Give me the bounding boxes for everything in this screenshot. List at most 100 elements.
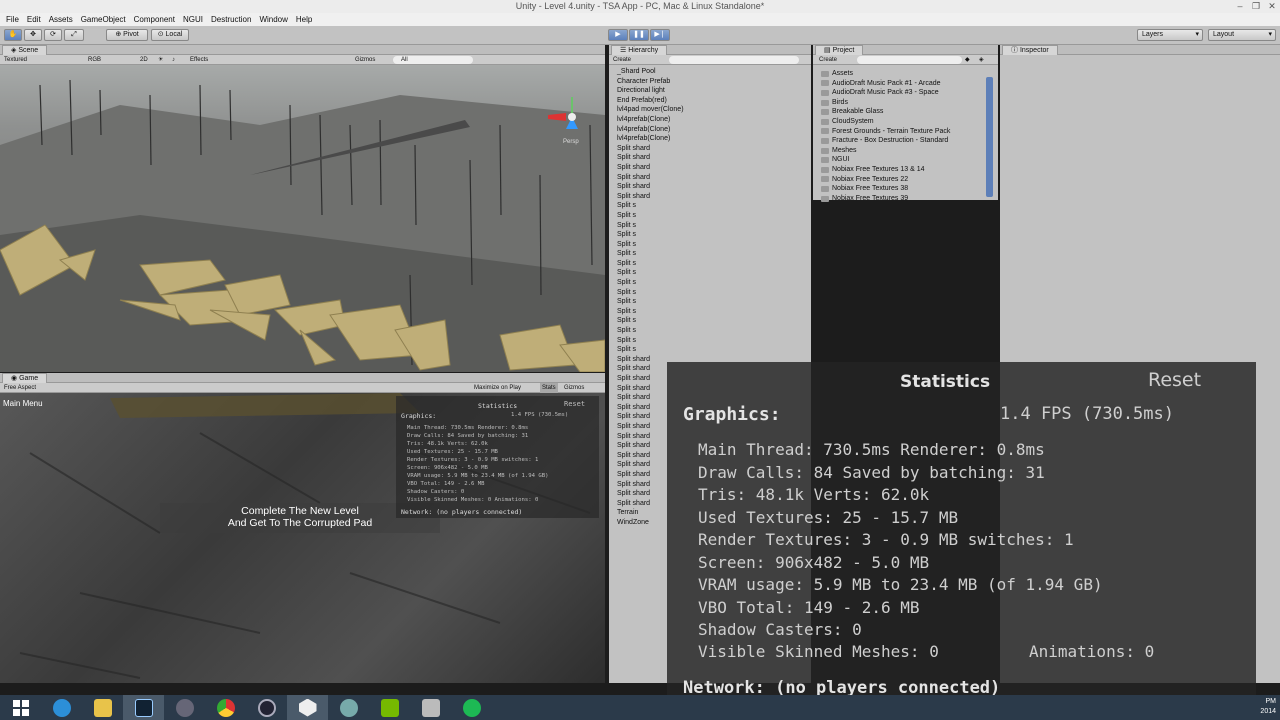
menu-item[interactable]: Help <box>292 13 316 26</box>
main-menu-button[interactable]: Main Menu <box>3 399 43 408</box>
aspect-dropdown[interactable]: Free Aspect <box>4 383 36 393</box>
taskbar-spotify-icon[interactable] <box>451 695 492 720</box>
hierarchy-item[interactable]: Split s <box>617 307 684 317</box>
label-icon[interactable]: ◈ <box>979 55 984 65</box>
hierarchy-item[interactable]: Split shard <box>617 153 684 163</box>
restore-button[interactable]: ❐ <box>1248 0 1264 13</box>
toggle-2d-button[interactable]: 2D <box>140 55 148 65</box>
project-folder-item[interactable]: Fracture - Box Destruction - Standard <box>821 136 950 146</box>
scene-viewport[interactable]: Persp <box>0 65 605 372</box>
pivot-button[interactable]: ⊕ Pivot <box>106 29 148 41</box>
menu-item[interactable]: Component <box>130 13 179 26</box>
audio-icon[interactable]: ♪ <box>172 55 175 65</box>
project-folder-item[interactable]: AudioDraft Music Pack #3 - Space <box>821 88 950 98</box>
menu-item[interactable]: Assets <box>45 13 77 26</box>
hierarchy-item[interactable]: Split s <box>617 268 684 278</box>
stats-toggle[interactable]: Stats <box>540 383 558 393</box>
hierarchy-item[interactable]: Split s <box>617 259 684 269</box>
project-create-dropdown[interactable]: Create <box>819 55 837 65</box>
taskbar-app-icon[interactable] <box>164 695 205 720</box>
hierarchy-item[interactable]: Split s <box>617 201 684 211</box>
project-folder-item[interactable]: Assets <box>821 69 950 79</box>
project-folder-item[interactable]: Nobiax Free Textures 22 <box>821 175 950 185</box>
hierarchy-item[interactable]: Split s <box>617 240 684 250</box>
tab-game[interactable]: ◉ Game <box>2 373 48 383</box>
project-search-input[interactable] <box>857 56 962 64</box>
project-folder-item[interactable]: Nobiax Free Textures 13 & 14 <box>821 165 950 175</box>
menu-item[interactable]: Edit <box>23 13 45 26</box>
taskbar-media-icon[interactable] <box>123 695 164 720</box>
hierarchy-item[interactable]: Split shard <box>617 182 684 192</box>
menu-item[interactable]: Window <box>255 13 291 26</box>
tab-project[interactable]: ▤ Project <box>815 45 864 55</box>
hierarchy-item[interactable]: lvl4prefab(Clone) <box>617 125 684 135</box>
project-folder-item[interactable]: Birds <box>821 98 950 108</box>
filter-icon[interactable]: ◆ <box>965 55 970 65</box>
local-button[interactable]: ⊙ Local <box>151 29 189 41</box>
pause-button[interactable]: ❚❚ <box>629 29 649 41</box>
layers-dropdown[interactable]: Layers ▾ <box>1137 29 1203 41</box>
step-button[interactable]: ▶❘ <box>650 29 670 41</box>
project-folder-item[interactable]: Nobiax Free Textures 38 <box>821 184 950 194</box>
play-button[interactable]: ▶ <box>608 29 628 41</box>
menu-item[interactable]: NGUI <box>179 13 207 26</box>
taskbar-tool-icon[interactable] <box>410 695 451 720</box>
move-tool-button[interactable]: ✥ <box>24 29 42 41</box>
minimize-button[interactable]: – <box>1232 0 1248 13</box>
hierarchy-item[interactable]: Split s <box>617 211 684 221</box>
hand-tool-button[interactable]: ✋ <box>4 29 22 41</box>
hierarchy-item[interactable]: Split s <box>617 297 684 307</box>
hierarchy-search-input[interactable] <box>669 56 799 64</box>
tab-inspector[interactable]: ⓘ Inspector <box>1002 45 1058 55</box>
menu-item[interactable]: Destruction <box>207 13 255 26</box>
hierarchy-item[interactable]: Split s <box>617 278 684 288</box>
game-gizmos-dropdown[interactable]: Gizmos <box>564 383 584 393</box>
hierarchy-item[interactable]: _Shard Pool <box>617 67 684 77</box>
hierarchy-item[interactable]: Split s <box>617 221 684 231</box>
hierarchy-item[interactable]: Split shard <box>617 192 684 202</box>
persp-label[interactable]: Persp <box>563 139 579 145</box>
taskbar-chrome-icon[interactable] <box>205 695 246 720</box>
taskbar-monodevelop-icon[interactable] <box>328 695 369 720</box>
tab-scene[interactable]: ◈ Scene <box>2 45 48 55</box>
hierarchy-item[interactable]: Split shard <box>617 173 684 183</box>
hierarchy-item[interactable]: End Prefab(red) <box>617 96 684 106</box>
small-stats-reset-button[interactable]: Reset <box>564 400 585 408</box>
layout-dropdown[interactable]: Layout ▾ <box>1208 29 1276 41</box>
start-button[interactable] <box>0 695 41 720</box>
project-folder-item[interactable]: Nobiax Free Textures 39 <box>821 194 950 204</box>
menu-item[interactable]: GameObject <box>77 13 130 26</box>
menu-item[interactable]: File <box>2 13 23 26</box>
lighting-icon[interactable]: ☀ <box>158 55 163 65</box>
gizmos-dropdown[interactable]: Gizmos <box>355 55 375 65</box>
tab-hierarchy[interactable]: ☰ Hierarchy <box>611 45 668 55</box>
hierarchy-item[interactable]: Split s <box>617 230 684 240</box>
taskbar-unity-icon[interactable] <box>287 695 328 720</box>
taskbar-nvidia-icon[interactable] <box>369 695 410 720</box>
rotate-tool-button[interactable]: ⟳ <box>44 29 62 41</box>
taskbar-ie-icon[interactable] <box>41 695 82 720</box>
hierarchy-item[interactable]: Character Prefab <box>617 77 684 87</box>
project-folder-item[interactable]: Meshes <box>821 146 950 156</box>
project-folder-item[interactable]: AudioDraft Music Pack #1 - Arcade <box>821 79 950 89</box>
hierarchy-item[interactable]: lvl4pad mover(Clone) <box>617 105 684 115</box>
hierarchy-item[interactable]: lvl4prefab(Clone) <box>617 115 684 125</box>
maximize-on-play-toggle[interactable]: Maximize on Play <box>474 383 521 393</box>
effects-dropdown[interactable]: Effects <box>190 55 208 65</box>
hierarchy-item[interactable]: Split s <box>617 288 684 298</box>
close-button[interactable]: ✕ <box>1264 0 1280 13</box>
project-scrollbar[interactable] <box>986 77 993 197</box>
scene-search-input[interactable]: All <box>393 56 473 64</box>
scale-tool-button[interactable]: ⤢ <box>64 29 84 41</box>
hierarchy-item[interactable]: Split shard <box>617 163 684 173</box>
stats-reset-button[interactable]: Reset <box>1148 369 1201 391</box>
hierarchy-item[interactable]: Split s <box>617 249 684 259</box>
shading-mode-dropdown[interactable]: Textured <box>4 55 27 65</box>
hierarchy-create-dropdown[interactable]: Create <box>613 55 631 65</box>
hierarchy-item[interactable]: Directional light <box>617 86 684 96</box>
project-folder-item[interactable]: NGUI <box>821 155 950 165</box>
hierarchy-item[interactable]: Split s <box>617 316 684 326</box>
hierarchy-item[interactable]: Split s <box>617 336 684 346</box>
project-folder-item[interactable]: CloudSystem <box>821 117 950 127</box>
taskbar-clock[interactable]: PM 2014 <box>1260 697 1276 717</box>
